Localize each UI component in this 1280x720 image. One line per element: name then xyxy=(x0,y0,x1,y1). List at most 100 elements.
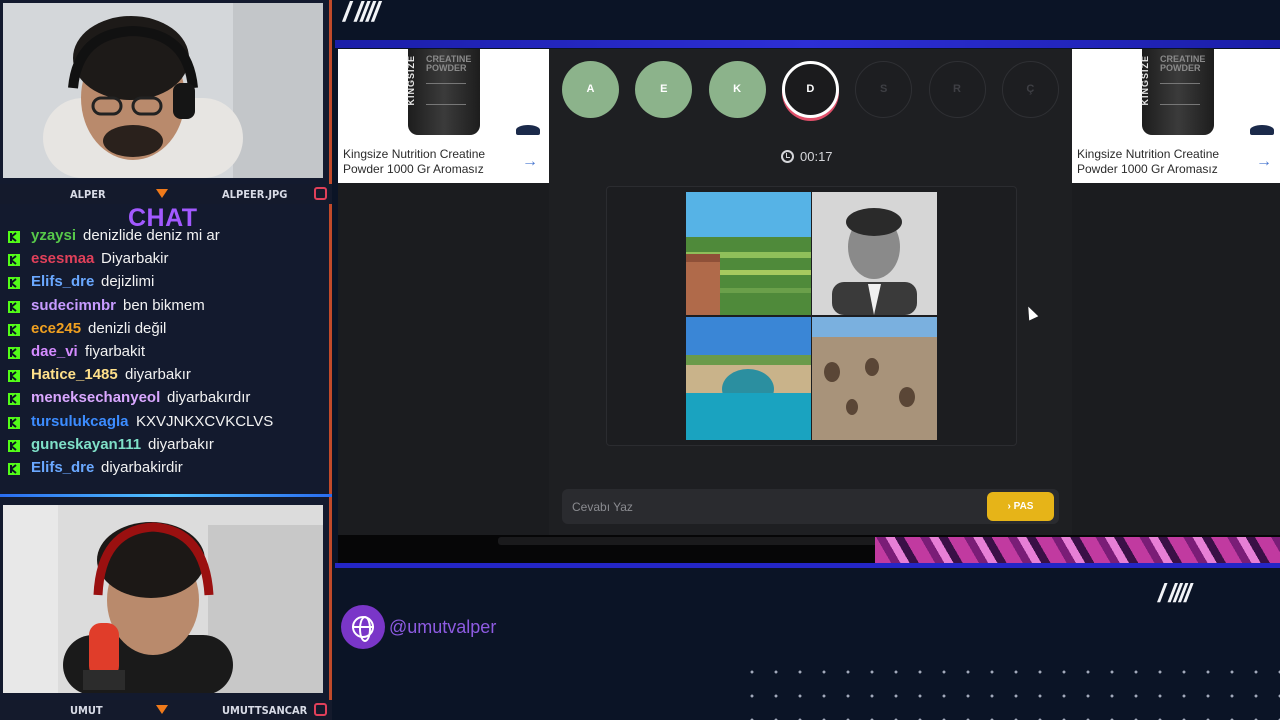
chat-text: dejizlimi xyxy=(101,273,155,291)
streamer-name-right: UMUTTSANCAR xyxy=(222,704,308,717)
instagram-icon xyxy=(314,187,327,200)
chat-username[interactable]: Elifs_dre xyxy=(31,273,94,290)
chat-username[interactable]: esesmaa xyxy=(31,250,94,267)
chat-message: Elifs_dre diyarbakirdir xyxy=(8,457,328,480)
stream-screen: ALPER ALPEER.JPG CHAT yzaysi denizlide de… xyxy=(0,0,1280,720)
ad-right[interactable]: KINGSIZE CREATINE POWDER Kingsize Nutrit… xyxy=(1072,49,1280,183)
triangle-icon xyxy=(156,189,168,198)
chat-text: Diyarbakir xyxy=(101,250,169,268)
letter-circle-4: D xyxy=(781,61,839,118)
letter-circle-5: S xyxy=(855,61,913,118)
ad-title[interactable]: Kingsize Nutrition Creatine Powder 1000 … xyxy=(343,147,513,177)
chat-username[interactable]: meneksechanyeol xyxy=(31,389,160,406)
chat-message: dae_vi fiyarbakit xyxy=(8,341,328,364)
chat-text: ben bikmem xyxy=(123,296,205,314)
arrow-right-icon[interactable]: → xyxy=(522,153,538,171)
chat-message: Elifs_dre dejizlimi xyxy=(8,271,328,294)
chat-message: yzaysi denizlide deniz mi ar xyxy=(8,228,328,248)
letter-circle-3: K xyxy=(708,61,766,118)
overlay-blue-bar xyxy=(335,563,1280,568)
chat-username[interactable]: sudecimnbr xyxy=(31,297,116,314)
triangle-icon xyxy=(156,705,168,714)
game-panel: AEKDSRÇ 00:17 Cevabı Yaz › PAS xyxy=(549,49,1072,535)
chat-username[interactable]: dae_vi xyxy=(31,343,78,360)
instagram-icon xyxy=(314,703,327,716)
kick-icon xyxy=(8,230,20,243)
clue-image-caves xyxy=(812,317,937,440)
chat-username[interactable]: tursulukcagla xyxy=(31,413,129,430)
kick-icon xyxy=(8,439,20,452)
pass-button[interactable]: › PAS xyxy=(987,492,1054,521)
ad-product: CREATINE POWDER xyxy=(1160,54,1206,73)
kick-icon xyxy=(8,462,20,475)
chat-username[interactable]: ece245 xyxy=(31,320,81,337)
brand-logo-icon xyxy=(1250,125,1274,135)
right-side-panel xyxy=(1072,183,1280,535)
kick-icon xyxy=(8,416,20,429)
webcam-top xyxy=(3,3,323,178)
product-image: KINGSIZE CREATINE POWDER xyxy=(1140,49,1214,135)
kick-icon xyxy=(8,369,20,383)
kick-icon xyxy=(8,300,20,313)
brand-logo-icon xyxy=(516,125,540,135)
chat-username[interactable]: guneskayan111 xyxy=(31,436,141,453)
chat-text: diyarbakirdir xyxy=(101,458,183,476)
chat-text: KXVJNKXCVKCLVS xyxy=(136,412,274,430)
chat-text: diyarbakır xyxy=(125,366,191,384)
overlay-top-bar: / //// xyxy=(335,0,1280,44)
answer-input[interactable] xyxy=(562,489,982,524)
ad-brand: KINGSIZE xyxy=(406,55,416,106)
webcam-top-person xyxy=(3,3,323,178)
kick-icon xyxy=(8,276,20,290)
ad-product: CREATINE POWDER xyxy=(426,54,472,73)
chevron-right-icon: › xyxy=(1007,501,1011,512)
webcam-bottom-namebar: UMUT UMUTTSANCAR xyxy=(0,700,332,720)
picture-clue-grid xyxy=(606,186,1017,446)
chat-text: fiyarbakit xyxy=(85,342,146,360)
clock-icon xyxy=(781,150,794,163)
streamer-name-left: UMUT xyxy=(70,704,103,717)
label-lines xyxy=(426,83,466,105)
chat-message: sudecimnbr ben bikmem xyxy=(8,295,328,318)
divider xyxy=(0,494,332,497)
chat-username[interactable]: yzaysi xyxy=(31,228,76,244)
arrow-right-icon[interactable]: → xyxy=(1256,153,1272,171)
kick-icon xyxy=(8,346,20,359)
label-lines xyxy=(1160,83,1200,105)
decorative-stripes xyxy=(875,537,1280,563)
globe-icon xyxy=(341,605,385,649)
chat-message: tursulukcagla KXVJNKXCVKCLVS xyxy=(8,411,328,434)
clue-image-landscape xyxy=(686,192,811,315)
chat-message: esesmaa Diyarbakir xyxy=(8,248,328,271)
ad-left[interactable]: KINGSIZE CREATINE POWDER Kingsize Nutrit… xyxy=(338,49,549,183)
overlay-blue-bar xyxy=(335,40,1280,48)
ad-brand: KINGSIZE xyxy=(1140,55,1150,106)
letter-circle-1: A xyxy=(562,61,619,118)
chat-text: denizlide deniz mi ar xyxy=(83,228,220,244)
chat-message: Hatice_1485 diyarbakır xyxy=(8,364,328,387)
chat-text: diyarbakırdır xyxy=(167,389,251,407)
timer-value: 00:17 xyxy=(800,149,833,164)
left-side-panel xyxy=(338,183,549,535)
chat-message: guneskayan111 diyarbakır xyxy=(8,434,328,457)
scrollbar-thumb[interactable] xyxy=(498,537,902,545)
timer: 00:17 xyxy=(781,149,833,164)
chat-text: denizli değil xyxy=(88,319,167,337)
ad-title[interactable]: Kingsize Nutrition Creatine Powder 1000 … xyxy=(1077,147,1247,177)
chat-list: yzaysi denizlide deniz mi ar esesmaa Diyarb… xyxy=(8,228,328,486)
chat-message: ece245 denizli değil xyxy=(8,318,328,341)
answer-bar: › PAS xyxy=(562,489,1059,524)
chat-username[interactable]: Hatice_1485 xyxy=(31,366,118,383)
slash-decoration: / //// xyxy=(343,0,380,27)
streamer-name-right: ALPEER.JPG xyxy=(222,188,288,201)
slash-decoration: / //// xyxy=(1158,578,1191,608)
streamer-name-left: ALPER xyxy=(70,188,106,201)
kick-icon xyxy=(8,392,20,406)
product-image: KINGSIZE CREATINE POWDER xyxy=(406,49,480,135)
pass-label: PAS xyxy=(1013,501,1034,512)
stream-overlay-left: ALPER ALPEER.JPG CHAT yzaysi denizlide de… xyxy=(0,0,332,720)
webcam-top-namebar: ALPER ALPEER.JPG xyxy=(0,184,332,204)
chat-username[interactable]: Elifs_dre xyxy=(31,459,94,476)
letter-circle-7: Ç xyxy=(1001,61,1059,118)
kick-icon xyxy=(8,253,20,267)
